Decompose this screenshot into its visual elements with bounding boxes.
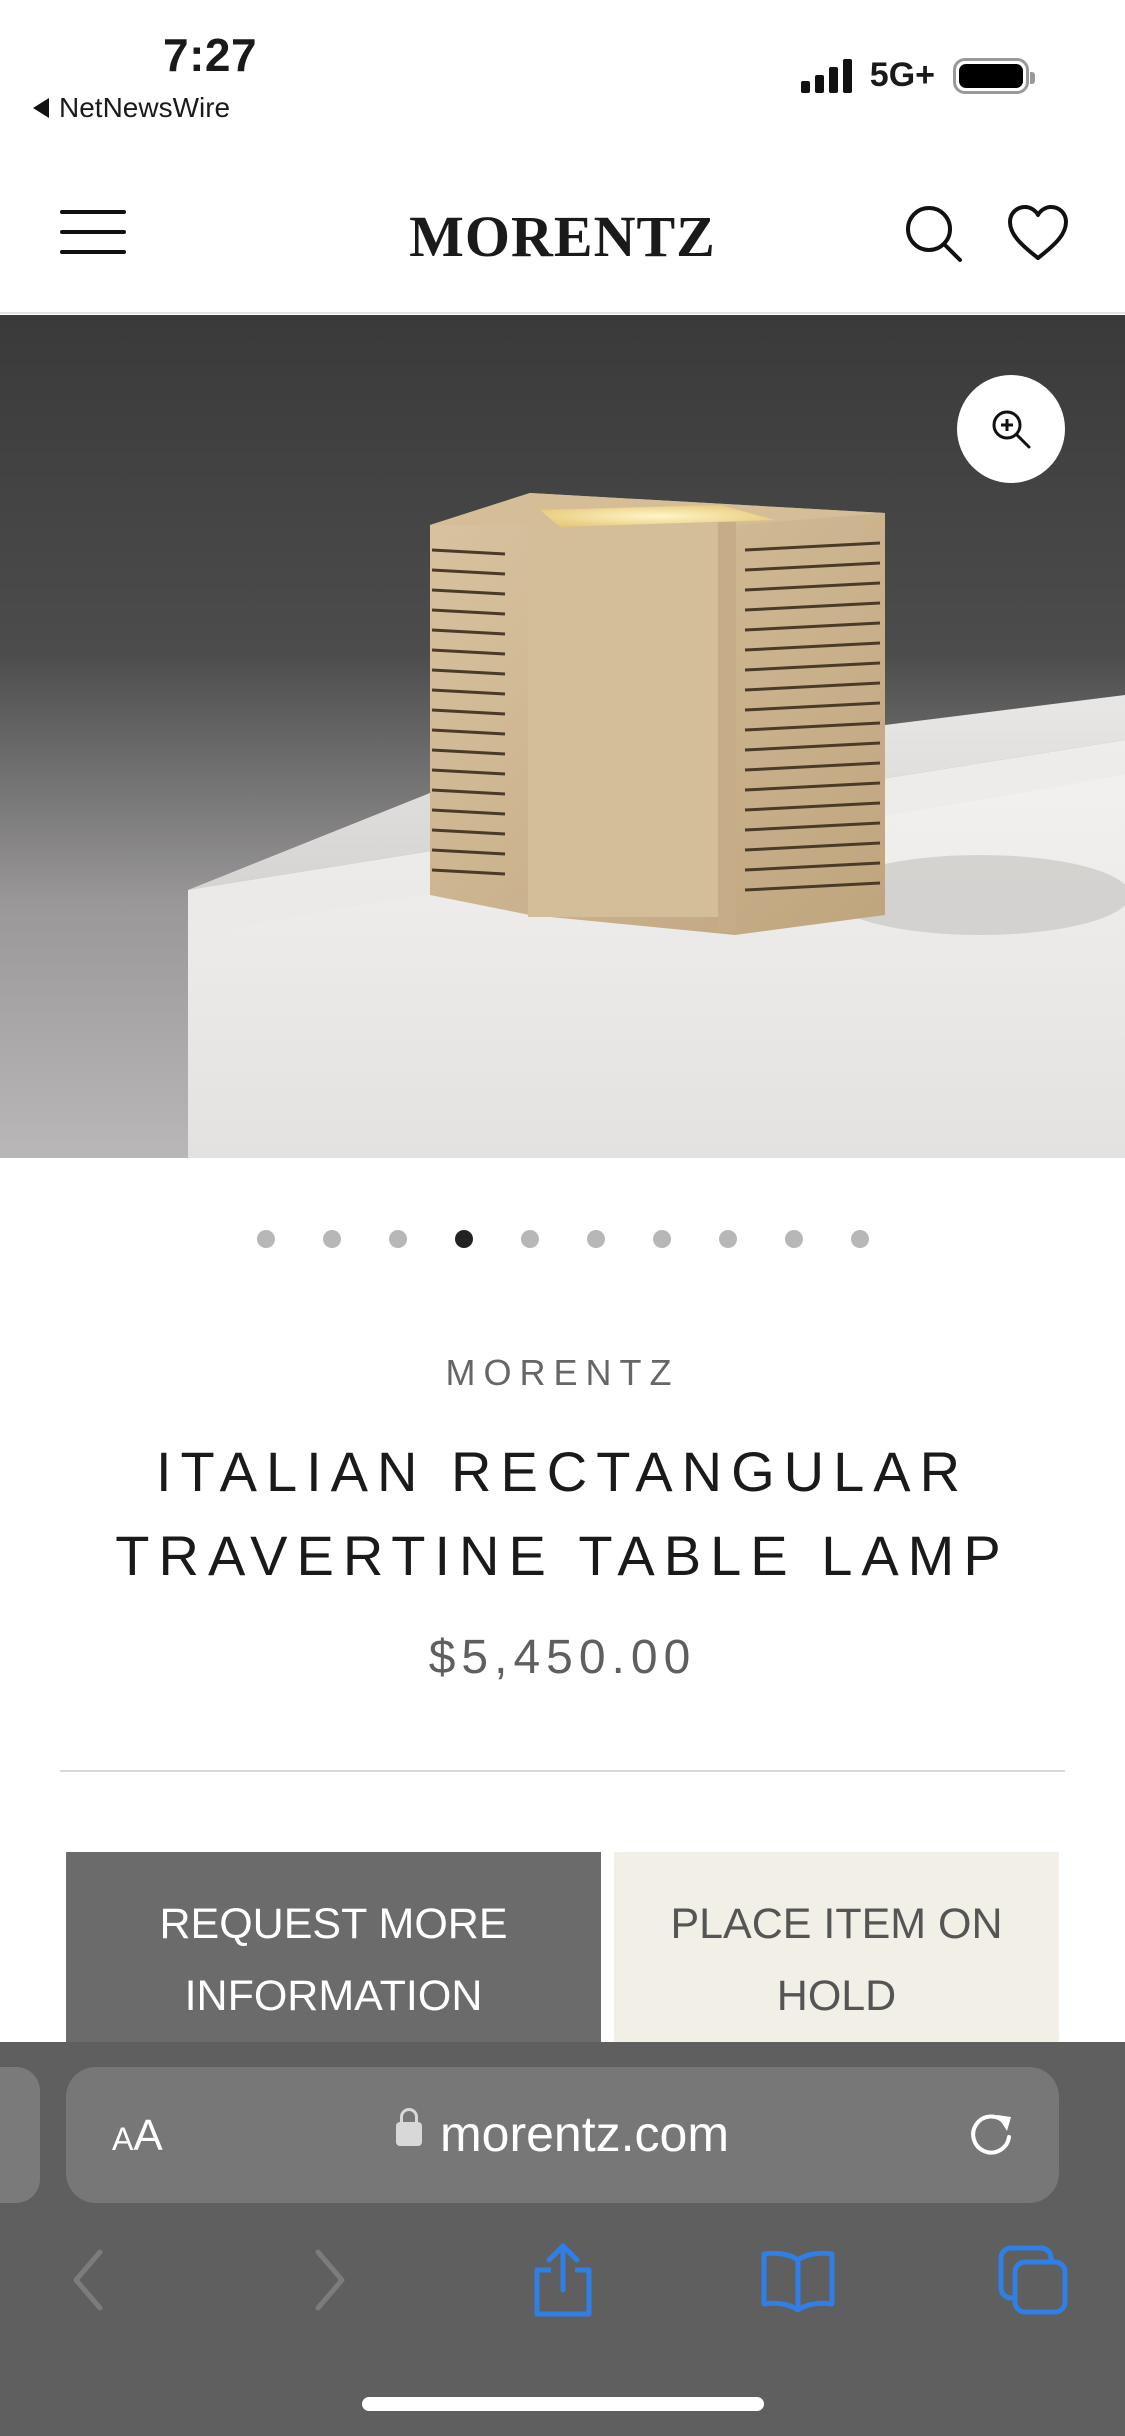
gallery-dot[interactable] bbox=[256, 1230, 275, 1248]
gallery-pagination bbox=[0, 1230, 1125, 1248]
gallery-dot[interactable] bbox=[520, 1230, 539, 1248]
gallery-dot[interactable] bbox=[586, 1230, 605, 1248]
product-price: $5,450.00 bbox=[428, 1631, 697, 1684]
gallery-dot[interactable] bbox=[652, 1230, 671, 1248]
battery-icon bbox=[953, 57, 1035, 94]
status-indicators: 5G+ bbox=[800, 56, 1035, 95]
product-title-line-2: TRAVERTINE TABLE LAMP bbox=[115, 1524, 1010, 1587]
divider bbox=[60, 1770, 1065, 1772]
signal-strength-icon bbox=[800, 58, 852, 93]
browser-toolbar: AAAA morentz.com bbox=[0, 2042, 1125, 2436]
place-on-hold-label-1: PLACE ITEM ON bbox=[670, 1900, 1003, 1948]
home-indicator[interactable] bbox=[362, 2397, 764, 2411]
gallery-dot[interactable] bbox=[784, 1230, 803, 1248]
gallery-dot[interactable] bbox=[718, 1230, 737, 1248]
place-on-hold-button[interactable]: PLACE ITEM ON HOLD bbox=[614, 1852, 1059, 2042]
previous-tab-preview[interactable] bbox=[0, 2067, 40, 2203]
url-display[interactable]: morentz.com bbox=[66, 2105, 1059, 2163]
product-title: ITALIAN RECTANGULAR TRAVERTINE TABLE LAM… bbox=[0, 1430, 1125, 1598]
request-info-label-1: REQUEST MORE bbox=[159, 1900, 508, 1948]
product-title-line-1: ITALIAN RECTANGULAR bbox=[155, 1440, 970, 1503]
search-icon[interactable] bbox=[902, 202, 966, 266]
gallery-dot[interactable] bbox=[454, 1230, 473, 1248]
address-bar[interactable]: AAAA morentz.com bbox=[66, 2067, 1059, 2203]
status-time: 7:27 bbox=[163, 29, 258, 81]
back-triangle-icon bbox=[33, 98, 49, 118]
back-to-app-link[interactable]: NetNewsWire bbox=[33, 92, 230, 124]
reload-icon[interactable] bbox=[961, 2105, 1021, 2165]
zoom-in-icon[interactable] bbox=[957, 375, 1065, 483]
url-text: morentz.com bbox=[440, 2106, 729, 2162]
heart-icon[interactable] bbox=[1006, 202, 1070, 266]
place-on-hold-label-2: HOLD bbox=[776, 1972, 897, 2020]
site-header: MORENTZ bbox=[0, 150, 1125, 314]
product-photo-illustration bbox=[188, 493, 1125, 1158]
status-bar: 7:27 NetNewsWire 5G+ bbox=[0, 0, 1125, 150]
product-brand[interactable]: MORENTZ bbox=[0, 1352, 1125, 1394]
product-image[interactable] bbox=[0, 315, 1125, 1158]
back-icon[interactable] bbox=[43, 2240, 133, 2320]
network-type: 5G+ bbox=[869, 56, 935, 94]
gallery-dot[interactable] bbox=[850, 1230, 869, 1248]
request-info-label-2: INFORMATION bbox=[184, 1972, 483, 2020]
share-icon[interactable] bbox=[518, 2240, 608, 2320]
request-info-button[interactable]: REQUEST MORE INFORMATION bbox=[66, 1852, 601, 2042]
tabs-icon[interactable] bbox=[988, 2240, 1078, 2320]
bookmarks-icon[interactable] bbox=[753, 2240, 843, 2320]
gallery-dot[interactable] bbox=[322, 1230, 341, 1248]
back-app-label: NetNewsWire bbox=[59, 92, 231, 123]
forward-icon[interactable] bbox=[285, 2240, 375, 2320]
lock-icon bbox=[396, 2107, 423, 2146]
gallery-dot[interactable] bbox=[388, 1230, 407, 1248]
